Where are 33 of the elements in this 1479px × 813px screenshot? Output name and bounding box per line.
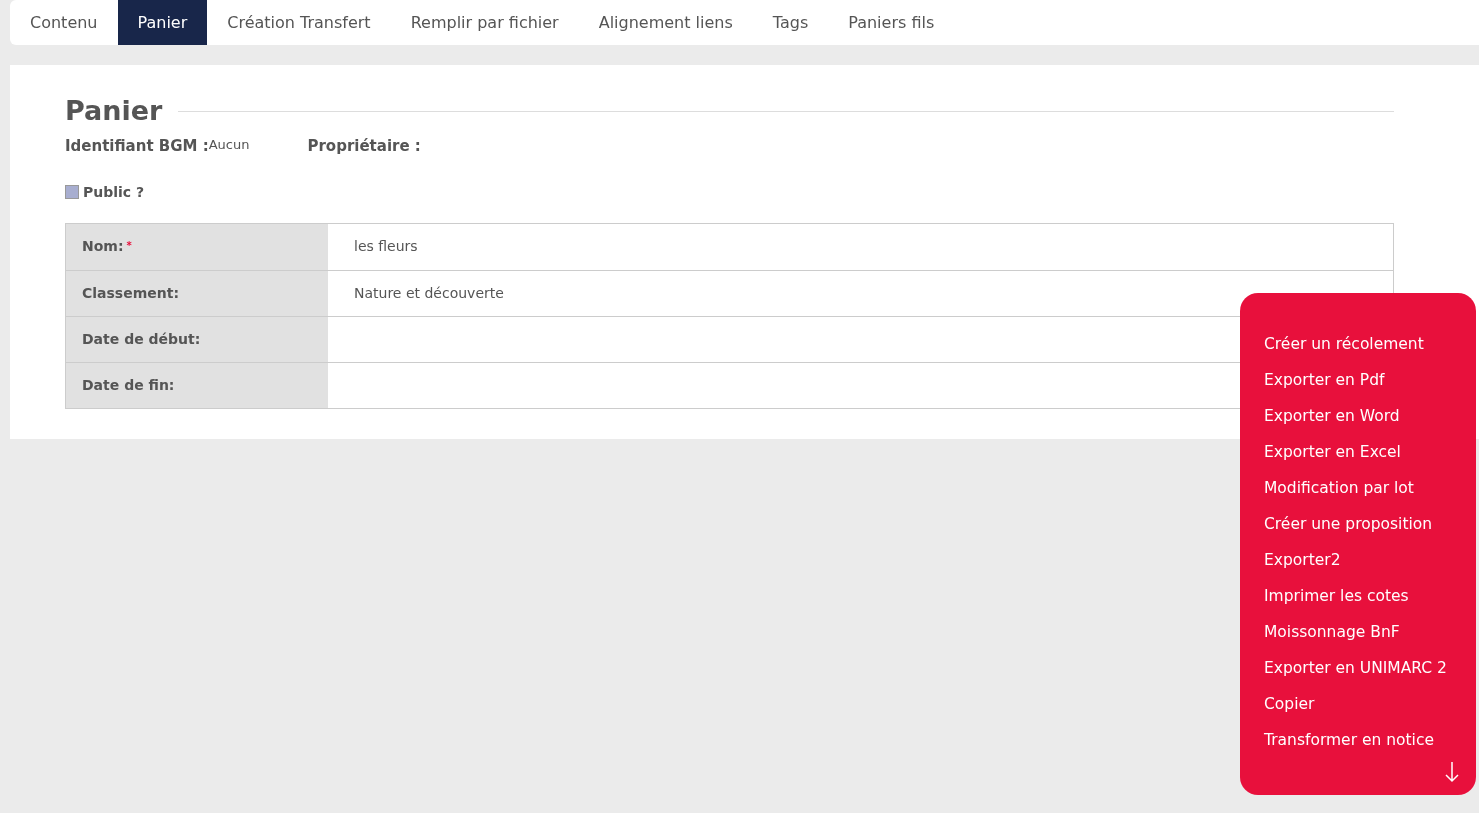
field-label: Date de fin: bbox=[82, 375, 175, 395]
tab[interactable]: Alignement liens bbox=[578, 0, 753, 45]
menu-item[interactable]: Créer une proposition bbox=[1240, 511, 1476, 547]
tab[interactable]: Contenu bbox=[10, 0, 118, 45]
field-value: les fleurs bbox=[354, 237, 418, 257]
tab[interactable]: Paniers fils bbox=[828, 0, 955, 45]
menu-item[interactable]: Créer un récolement bbox=[1240, 331, 1476, 367]
field-label: Classement: bbox=[82, 283, 180, 303]
menu-item[interactable]: Transformer en notice bbox=[1240, 727, 1476, 763]
menu-item[interactable]: Exporter en Pdf bbox=[1240, 367, 1476, 403]
tab[interactable]: Remplir par fichier bbox=[390, 0, 579, 45]
menu-item[interactable]: Imprimer les cotes bbox=[1240, 583, 1476, 619]
menu-item[interactable]: Modification par lot bbox=[1240, 475, 1476, 511]
required-mark: * bbox=[126, 238, 132, 253]
field-value: Nature et découverte bbox=[354, 283, 504, 303]
identifier-value: Aucun bbox=[208, 136, 250, 155]
tab[interactable]: Création Transfert bbox=[207, 0, 391, 45]
field-label: Nom: bbox=[82, 237, 124, 257]
down-arrow-icon[interactable] bbox=[1444, 761, 1460, 783]
owner-label: Propriétaire : bbox=[307, 136, 421, 158]
tab[interactable]: Tags bbox=[752, 0, 829, 45]
menu-item[interactable]: Exporter2 bbox=[1240, 547, 1476, 583]
menu-item[interactable]: Moissonnage BnF bbox=[1240, 619, 1476, 655]
menu-item[interactable]: Copier bbox=[1240, 691, 1476, 727]
identifier-label: Identifiant BGM : bbox=[65, 136, 209, 158]
checkbox-label: Public ? bbox=[83, 182, 145, 202]
menu-item[interactable]: Exporter en Excel bbox=[1240, 439, 1476, 475]
menu-item[interactable]: Exporter en UNIMARC 2 bbox=[1240, 655, 1476, 691]
checkbox[interactable] bbox=[65, 185, 79, 200]
tab[interactable]: Panier bbox=[117, 0, 208, 45]
field-label: Date de début: bbox=[82, 329, 201, 349]
menu-item[interactable]: Exporter en Word bbox=[1240, 403, 1476, 439]
panel-title: Panier bbox=[65, 95, 163, 128]
